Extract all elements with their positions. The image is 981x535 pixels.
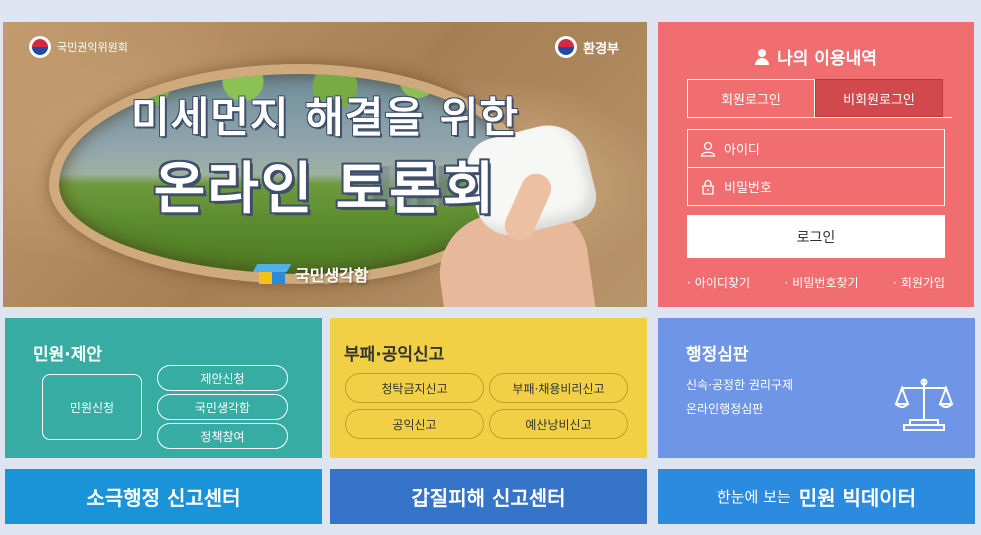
user-icon (755, 48, 770, 65)
scales-of-justice-icon (894, 378, 954, 431)
petition-box: 민원·제안 민원신청 제안신청 국민생각함 정책참여 (5, 318, 322, 458)
government-emblem-icon (29, 36, 51, 58)
org-name-right: 환경부 (583, 41, 619, 57)
brand-name: 국민생각함 (295, 266, 369, 285)
find-password-link[interactable]: 비밀번호찾기 (784, 274, 858, 291)
tab-member-login[interactable]: 회원로그인 (687, 79, 815, 117)
petition-bigdata-link[interactable]: 한눈에 보는 민원 빅데이터 (658, 469, 975, 524)
gapjil-report-center[interactable]: 갑질피해 신고센터 (330, 469, 647, 524)
login-panel: 나의 이용내역 회원로그인 비회원로그인 아이디 비밀번호 로그인 아이디찾기 … (658, 22, 974, 307)
person-icon (700, 141, 716, 157)
anti-graft-report-button[interactable]: 청탁금지신고 (345, 373, 484, 403)
find-id-link[interactable]: 아이디찾기 (687, 274, 750, 291)
proposal-button[interactable]: 제안신청 (157, 365, 288, 391)
org-logo-left: 국민권익위원회 (29, 36, 128, 58)
policy-participation-button[interactable]: 정책참여 (157, 423, 288, 449)
signup-link[interactable]: 회원가입 (893, 274, 945, 291)
tab-guest-login[interactable]: 비회원로그인 (815, 79, 943, 117)
tab-divider (687, 117, 952, 118)
id-field[interactable]: 아이디 (687, 129, 945, 168)
public-interest-report-button[interactable]: 공익신고 (345, 409, 484, 439)
lock-icon (702, 179, 714, 195)
petition-title: 민원·제안 (33, 345, 103, 365)
cube-logo-icon (255, 264, 289, 284)
brand-logo: 국민생각함 (255, 262, 369, 286)
hero-banner[interactable]: 국민권익위원회 환경부 미세먼지 해결을 위한 온라인 토론회 국민생각함 (3, 22, 647, 307)
org-logo-right: 환경부 (555, 36, 619, 58)
admin-trial-desc2: 온라인행정심판 (686, 402, 764, 416)
login-button[interactable]: 로그인 (687, 215, 945, 258)
government-emblem-icon (555, 36, 578, 58)
account-links: 아이디찾기 비밀번호찾기 회원가입 (687, 274, 945, 291)
admin-trial-desc1: 신속·공정한 권리구제 (686, 378, 793, 392)
report-box: 부패·공익신고 청탁금지신고 부패·채용비리신고 공익신고 예산낭비신고 (330, 318, 647, 458)
banner-title-line2: 온라인 토론회 (153, 157, 497, 222)
id-placeholder: 아이디 (724, 143, 760, 158)
admin-trial-title: 행정심판 (686, 345, 749, 365)
login-tabs: 회원로그인 비회원로그인 (687, 79, 943, 117)
report-title: 부패·공익신고 (344, 345, 445, 365)
corruption-report-button[interactable]: 부패·채용비리신고 (489, 373, 628, 403)
budget-waste-report-button[interactable]: 예산낭비신고 (489, 409, 628, 439)
petition-apply-button[interactable]: 민원신청 (42, 374, 142, 440)
banner-title-line1: 미세먼지 해결을 위한 (130, 93, 519, 142)
password-field[interactable]: 비밀번호 (687, 167, 945, 206)
bigdata-prefix: 한눈에 보는 (716, 488, 791, 506)
passive-admin-report-center[interactable]: 소극행정 신고센터 (5, 469, 322, 524)
public-opinion-button[interactable]: 국민생각함 (157, 394, 288, 420)
admin-trial-box[interactable]: 행정심판 신속·공정한 권리구제 온라인행정심판 (658, 318, 975, 458)
password-placeholder: 비밀번호 (724, 181, 772, 196)
org-name-left: 국민권익위원회 (57, 41, 128, 54)
login-heading: 나의 이용내역 (658, 44, 974, 69)
login-heading-text: 나의 이용내역 (777, 49, 877, 69)
bigdata-label: 민원 빅데이터 (798, 486, 917, 510)
